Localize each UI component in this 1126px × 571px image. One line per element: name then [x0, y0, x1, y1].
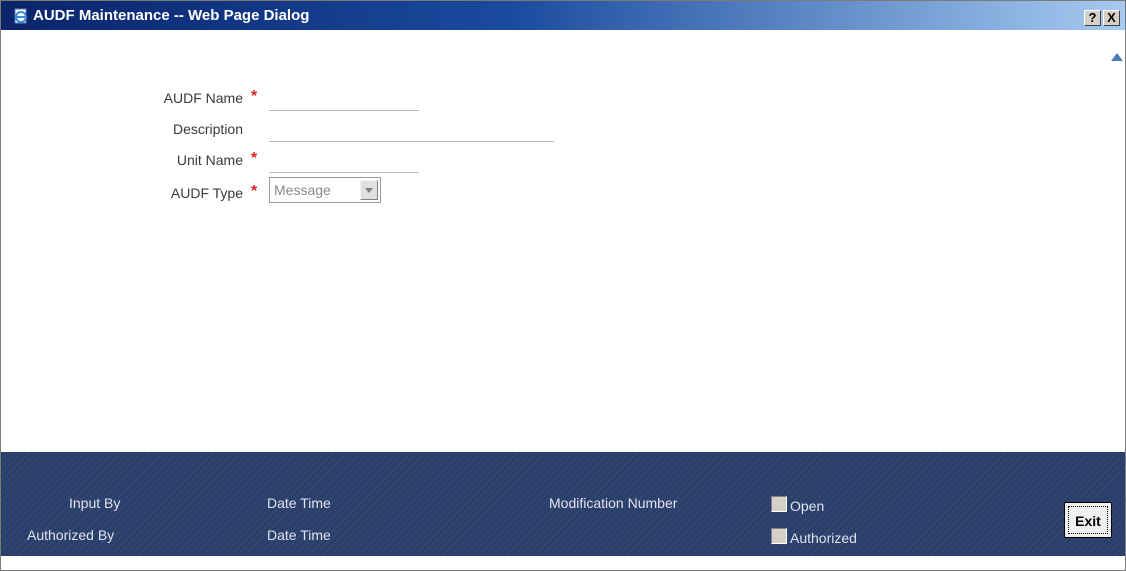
- audf-name-label: AUDF Name: [163, 90, 243, 106]
- authorized-checkbox[interactable]: [771, 528, 787, 544]
- date-time-label: Date Time: [267, 495, 331, 511]
- audit-footer: Input By Authorized By Date Time Date Ti…: [1, 452, 1125, 556]
- open-label: Open: [790, 498, 825, 514]
- open-checkbox[interactable]: [771, 496, 787, 512]
- audf-name-required-mark: *: [251, 88, 258, 105]
- authorized-label: Authorized: [790, 530, 857, 546]
- status-strip: [1, 556, 1125, 570]
- dropdown-button[interactable]: [360, 180, 378, 200]
- arrow-up-icon[interactable]: [1111, 53, 1123, 61]
- audf-type-select[interactable]: Message: [269, 177, 381, 203]
- unit-name-input[interactable]: [269, 150, 423, 172]
- ie-page-icon: [13, 8, 29, 24]
- description-label: Description: [172, 121, 243, 137]
- exit-button-label: Exit: [1068, 506, 1108, 534]
- authorized-by-label: Authorized By: [27, 527, 115, 543]
- audf-type-selected-value: Message: [274, 182, 331, 198]
- audf-name-input[interactable]: [269, 88, 423, 110]
- unit-name-required-mark: *: [251, 150, 258, 167]
- date-time-label: Date Time: [267, 527, 331, 543]
- title-bar[interactable]: AUDF Maintenance -- Web Page Dialog ? X: [1, 1, 1125, 30]
- exit-button[interactable]: Exit: [1064, 502, 1112, 538]
- form-area: AUDF Name * Description Unit Name * AUDF…: [1, 30, 1108, 452]
- dialog-window: AUDF Maintenance -- Web Page Dialog ? X …: [0, 0, 1126, 571]
- window-title: AUDF Maintenance -- Web Page Dialog: [33, 7, 310, 24]
- unit-name-label: Unit Name: [176, 152, 243, 168]
- unit-name-field[interactable]: [269, 150, 423, 173]
- close-icon: X: [1107, 10, 1116, 25]
- input-by-label: Input By: [69, 495, 121, 511]
- help-button[interactable]: ?: [1084, 10, 1101, 26]
- chevron-down-icon: [365, 188, 373, 193]
- modification-number-label: Modification Number: [549, 495, 678, 511]
- audf-name-field[interactable]: [269, 88, 423, 111]
- vertical-scrollbar[interactable]: [1108, 38, 1125, 470]
- close-button[interactable]: X: [1103, 10, 1120, 26]
- audf-type-label: AUDF Type: [170, 185, 243, 201]
- description-field[interactable]: [269, 119, 558, 142]
- description-input[interactable]: [269, 119, 558, 141]
- audf-type-required-mark: *: [251, 183, 258, 200]
- help-icon: ?: [1088, 10, 1097, 25]
